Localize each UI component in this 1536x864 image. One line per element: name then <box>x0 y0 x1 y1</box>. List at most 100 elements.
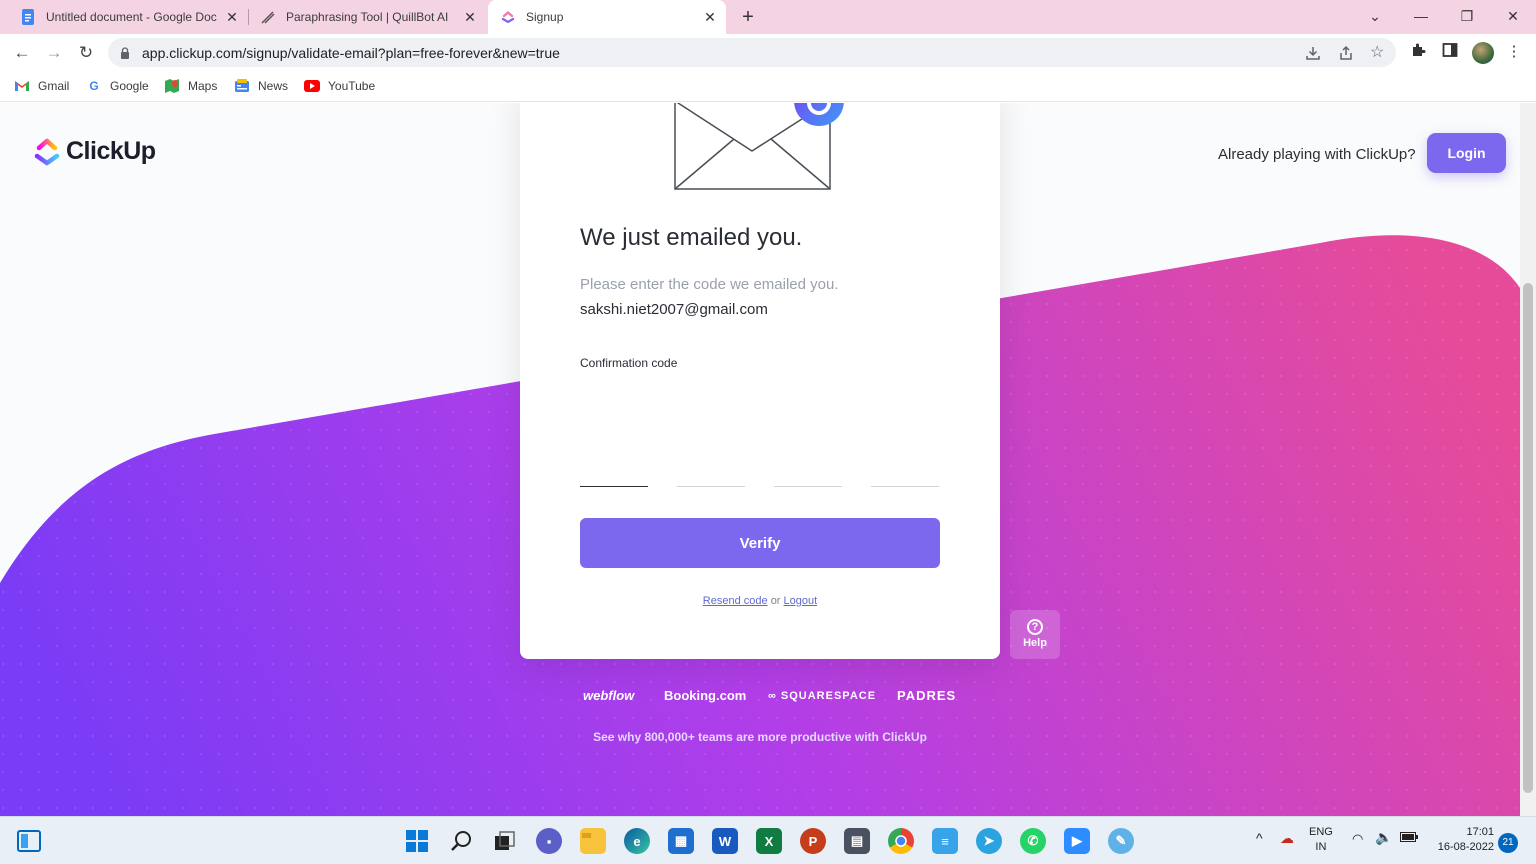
lang-text: ENG <box>1309 826 1333 838</box>
battery-icon[interactable] <box>1400 832 1418 847</box>
card-subtitle: Please enter the code we emailed you. <box>580 276 839 293</box>
side-panel-icon[interactable] <box>1440 42 1460 62</box>
telegram-icon[interactable]: ➤ <box>976 828 1002 854</box>
envelope-icon <box>674 103 844 190</box>
brand-squarespace-label: SQUARESPACE <box>780 690 877 702</box>
bookmark-label: YouTube <box>328 79 376 93</box>
teams-chat-icon[interactable]: ▪ <box>536 828 562 854</box>
logo-text: ClickUp <box>66 136 156 165</box>
notepad-icon[interactable]: ≡ <box>932 828 958 854</box>
address-bar[interactable]: app.clickup.com/signup/validate-email?pl… <box>108 38 1396 67</box>
minimize-button[interactable]: — <box>1398 0 1444 34</box>
or-text: or <box>770 595 781 607</box>
bookmark-google[interactable]: G Google <box>86 78 149 94</box>
tab-title: Untitled document - Google Doc <box>46 10 217 24</box>
word-icon[interactable]: W <box>712 828 738 854</box>
volume-icon[interactable]: 🔈 <box>1375 830 1392 845</box>
youtube-icon <box>304 78 320 94</box>
bookmark-gmail[interactable]: Gmail <box>14 78 69 94</box>
google-docs-icon <box>20 9 36 25</box>
tab-quillbot[interactable]: Paraphrasing Tool | QuillBot AI ✕ <box>250 0 486 34</box>
tray-overflow-icon[interactable]: ^ <box>1256 831 1263 846</box>
zoom-icon[interactable]: ▶ <box>1064 828 1090 854</box>
already-member-text: Already playing with ClickUp? <box>1218 146 1416 163</box>
powerpoint-icon[interactable]: P <box>800 828 826 854</box>
restore-button[interactable]: ❐ <box>1444 0 1490 34</box>
email-address: sakshi.niet2007@gmail.com <box>580 301 768 318</box>
start-windows-icon[interactable] <box>404 828 430 854</box>
back-arrow-icon[interactable]: ← <box>11 42 33 64</box>
clock[interactable]: 17:01 16-08-2022 <box>1430 825 1494 855</box>
reload-icon[interactable]: ↻ <box>75 42 97 64</box>
bookmark-news[interactable]: News <box>234 78 288 94</box>
brand-squarespace: ∞ SQUARESPACE <box>768 690 876 702</box>
bookmark-maps[interactable]: Maps <box>164 78 217 94</box>
edge-browser-icon[interactable]: e <box>624 828 650 854</box>
tab-google-docs[interactable]: Untitled document - Google Doc ✕ <box>8 0 248 34</box>
squarespace-logo-icon: ∞ <box>768 690 781 702</box>
clickup-logo-icon <box>34 138 60 166</box>
code-digit-1-input[interactable] <box>580 453 648 487</box>
brand-padres: PADRES <box>897 688 957 703</box>
install-app-icon[interactable] <box>1305 45 1321 61</box>
windows-taskbar: ▪ e ▦ W X P ▤ ≡ ➤ ✆ ▶ ✎ ^ ☁ ENG IN ◠ 🔈 1… <box>0 816 1536 864</box>
extensions-puzzle-icon[interactable] <box>1408 42 1428 62</box>
widgets-icon[interactable] <box>16 828 42 854</box>
close-tab-icon[interactable]: ✕ <box>462 9 478 25</box>
close-window-button[interactable]: ✕ <box>1490 0 1536 34</box>
bookmark-label: Maps <box>188 79 218 93</box>
excel-icon[interactable]: X <box>756 828 782 854</box>
quillbot-icon <box>260 9 276 25</box>
brand-webflow: webflow <box>583 688 635 703</box>
close-tab-icon[interactable]: ✕ <box>224 9 240 25</box>
code-digit-2-input[interactable] <box>677 453 745 487</box>
resend-code-link[interactable]: Resend code <box>703 595 768 607</box>
help-question-icon: ? <box>1027 619 1043 635</box>
tab-separator <box>248 9 249 25</box>
code-digit-3-input[interactable] <box>774 453 842 487</box>
profile-avatar[interactable] <box>1472 42 1494 64</box>
code-digit-4-input[interactable] <box>871 453 939 487</box>
bookmark-label: News <box>258 79 289 93</box>
login-button[interactable]: Login <box>1427 133 1506 173</box>
search-icon[interactable] <box>448 828 474 854</box>
forward-arrow-icon[interactable]: → <box>43 42 65 64</box>
lock-icon[interactable] <box>120 46 130 64</box>
tab-search-icon[interactable]: ⌄ <box>1352 0 1398 34</box>
page-viewport: ClickUp Already playing with ClickUp? Lo… <box>0 103 1520 816</box>
tab-title: Signup <box>526 10 564 24</box>
new-tab-button[interactable]: + <box>738 6 758 29</box>
notification-badge[interactable]: 21 <box>1498 833 1518 853</box>
help-label: Help <box>1023 637 1047 649</box>
chrome-icon[interactable] <box>888 828 914 854</box>
bookmark-youtube[interactable]: YouTube <box>304 78 375 94</box>
microsoft-store-icon[interactable]: ▦ <box>668 828 694 854</box>
logout-link[interactable]: Logout <box>784 595 818 607</box>
bookmarks-bar: Gmail G Google Maps News YouTube <box>0 72 1536 102</box>
bookmark-star-icon[interactable]: ☆ <box>1370 45 1386 61</box>
url-text[interactable]: app.clickup.com/signup/validate-email?pl… <box>142 45 560 61</box>
close-tab-icon[interactable]: ✕ <box>702 9 718 25</box>
confirmation-code-label: Confirmation code <box>580 356 678 370</box>
bookmark-label: Google <box>110 79 149 93</box>
file-explorer-icon[interactable] <box>580 828 606 854</box>
calculator-icon[interactable]: ▤ <box>844 828 870 854</box>
share-icon[interactable] <box>1338 45 1354 61</box>
tab-signup[interactable]: Signup ✕ <box>488 0 726 34</box>
tab-title: Paraphrasing Tool | QuillBot AI <box>286 10 449 24</box>
task-view-icon[interactable] <box>492 828 518 854</box>
clickup-logo[interactable]: ClickUp <box>34 136 156 166</box>
page-scrollbar[interactable] <box>1520 103 1536 816</box>
whatsapp-icon[interactable]: ✆ <box>1020 828 1046 854</box>
scrollbar-thumb[interactable] <box>1523 283 1533 793</box>
paint-icon[interactable]: ✎ <box>1108 828 1134 854</box>
help-button[interactable]: ? Help <box>1010 610 1060 659</box>
wifi-icon[interactable]: ◠ <box>1352 831 1363 846</box>
gmail-icon <box>14 78 30 94</box>
language-indicator[interactable]: ENG IN <box>1309 825 1333 855</box>
onedrive-error-icon[interactable]: ☁ <box>1280 831 1294 846</box>
menu-kebab-icon[interactable]: ⋮ <box>1504 42 1524 62</box>
brand-booking: Booking.com <box>664 688 747 703</box>
news-icon <box>234 78 250 94</box>
verify-button[interactable]: Verify <box>580 518 940 568</box>
